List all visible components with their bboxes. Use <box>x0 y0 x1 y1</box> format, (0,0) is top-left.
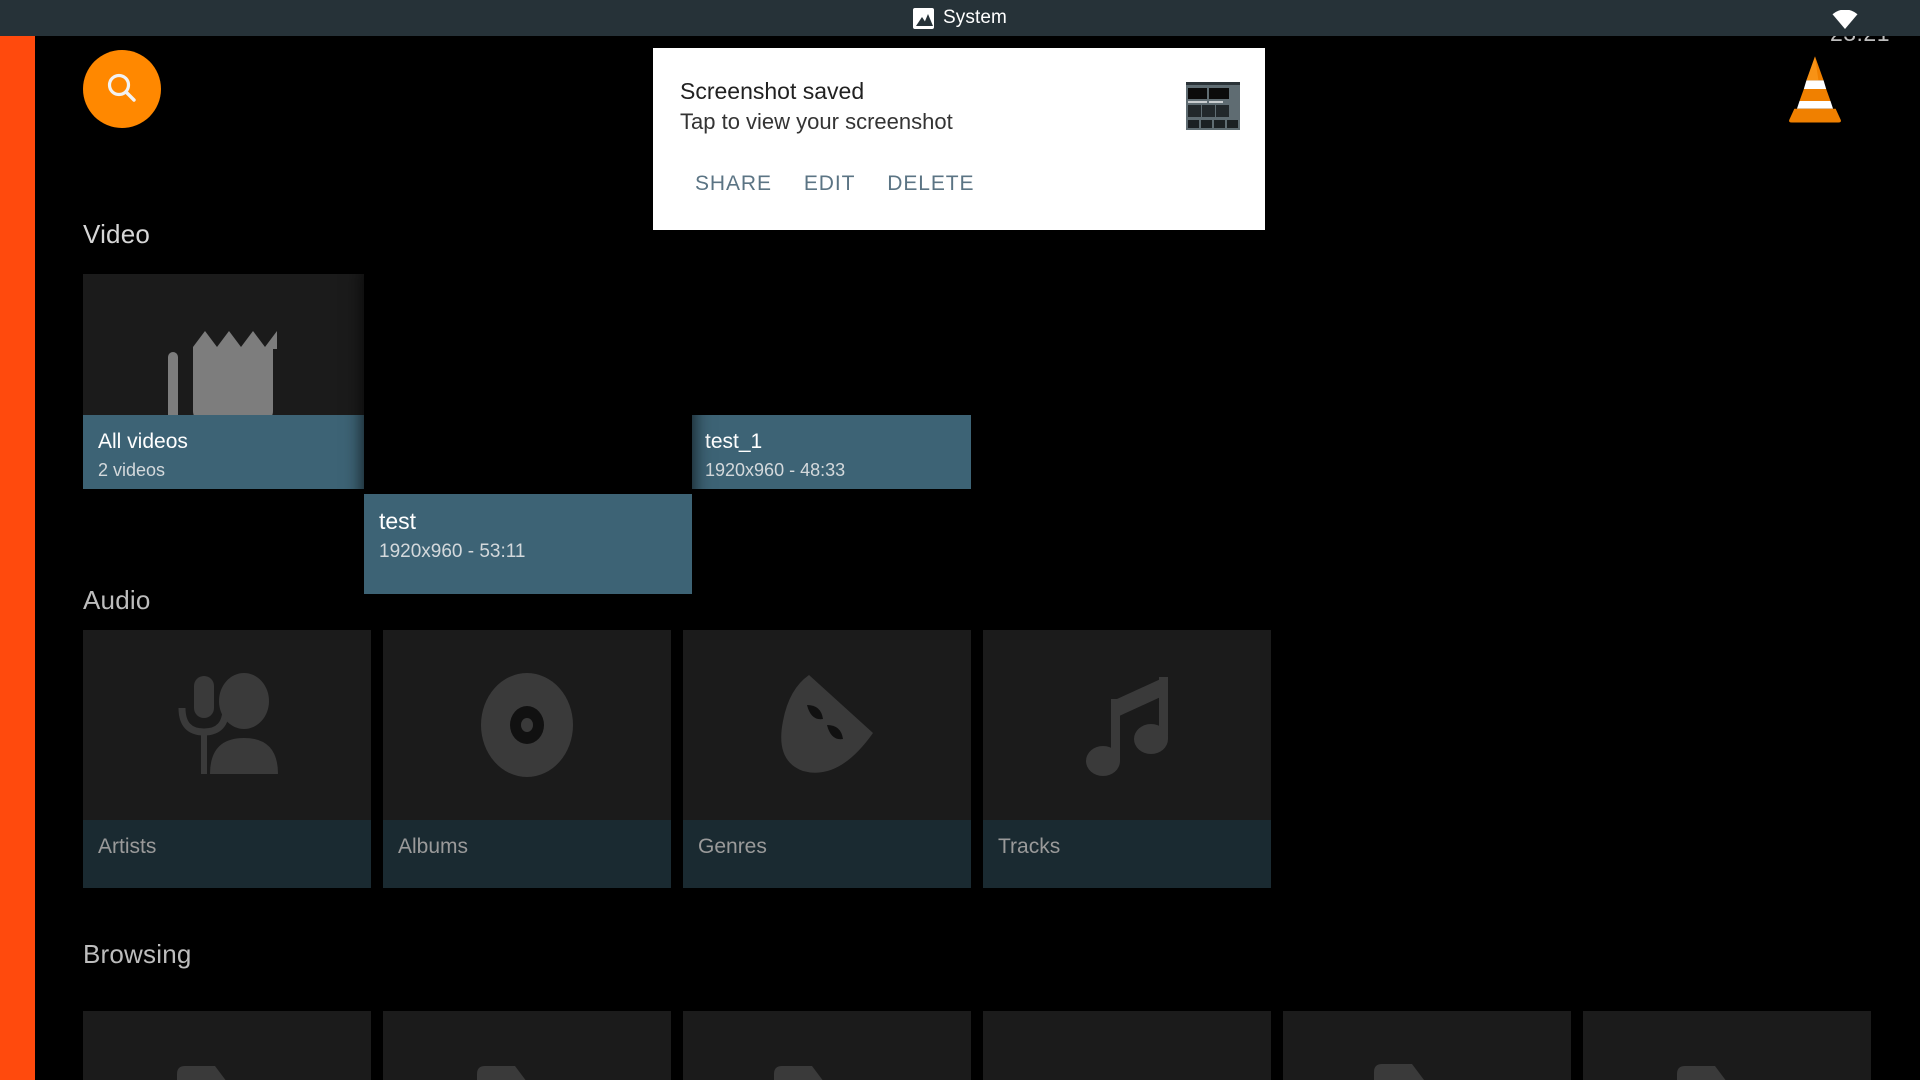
tile-title: test <box>379 508 417 534</box>
status-bar-app: System <box>0 0 1920 36</box>
folder-network-icon <box>774 1066 823 1080</box>
tile-label-bar: Artists <box>83 820 371 888</box>
screenshot-thumbnail[interactable] <box>1186 82 1240 130</box>
tile-label-bar: test_1 1920x960 - 48:33 <box>690 415 971 489</box>
status-bar: System <box>0 0 1920 36</box>
tile-tracks[interactable]: Tracks <box>983 630 1271 888</box>
tile-artwork <box>383 630 671 820</box>
tile-artwork <box>983 630 1271 820</box>
tile-all-videos[interactable]: All videos 2 videos <box>83 274 364 489</box>
tile-artwork <box>83 630 371 820</box>
image-icon <box>913 7 935 29</box>
folder-icon <box>477 1066 526 1080</box>
tile-artwork <box>683 630 971 820</box>
tile-artwork <box>983 1011 1271 1080</box>
wifi-icon <box>1832 10 1858 29</box>
tile-browse-stream[interactable] <box>983 1011 1271 1080</box>
tile-video-test[interactable]: test 1920x960 - 53:11 <box>364 262 692 594</box>
tile-label-bar: test 1920x960 - 53:11 <box>364 494 692 594</box>
tile-title: Albums <box>398 835 469 858</box>
tile-artwork <box>383 1011 671 1080</box>
artist-icon <box>178 673 278 774</box>
notification-message: Tap to view your screenshot <box>680 109 953 134</box>
section-title-audio: Audio <box>83 585 151 615</box>
network-stream-icon <box>1071 1058 1183 1080</box>
music-note-icon <box>1086 677 1168 776</box>
section-title-browsing: Browsing <box>83 939 192 969</box>
tile-browse-extra[interactable] <box>1583 1011 1871 1080</box>
folder-icon <box>1677 1066 1726 1080</box>
status-bar-app-label: System <box>943 7 1007 28</box>
screenshot-notification[interactable]: Screenshot saved Tap to view your screen… <box>653 48 1265 230</box>
section-title-video: Video <box>83 219 151 249</box>
search-icon <box>107 73 136 102</box>
tile-title: All videos <box>98 430 188 453</box>
tile-browse-internal-storage[interactable] <box>83 1011 371 1080</box>
tile-title: test_1 <box>705 430 763 453</box>
tile-browse-add-server[interactable] <box>1283 1011 1571 1080</box>
notification-title: Screenshot saved <box>680 78 865 104</box>
folder-add-network-icon <box>1374 1064 1466 1080</box>
tile-label-bar: Tracks <box>983 820 1271 888</box>
share-button[interactable]: SHARE <box>679 165 788 203</box>
tile-title: Tracks <box>998 835 1061 858</box>
search-button[interactable] <box>83 50 161 128</box>
folder-icon <box>177 1066 226 1080</box>
thumbnail-preview-icon <box>1186 82 1240 130</box>
notification-actions: SHARE EDIT DELETE <box>679 165 990 203</box>
tile-artwork <box>83 1011 371 1080</box>
tile-title: Genres <box>698 835 767 858</box>
tile-albums[interactable]: Albums <box>383 630 671 888</box>
tile-browse-sd-card[interactable] <box>383 1011 671 1080</box>
tile-artists[interactable]: Artists <box>83 630 371 888</box>
left-accent-bar <box>0 36 35 1080</box>
tile-video-test-1[interactable]: test_1 1920x960 - 48:33 <box>690 274 971 489</box>
delete-button[interactable]: DELETE <box>871 165 990 203</box>
edit-button[interactable]: EDIT <box>788 165 871 203</box>
tile-label-bar: All videos 2 videos <box>83 415 364 489</box>
tile-genres[interactable]: Genres <box>683 630 971 888</box>
tile-subtitle: 1920x960 - 48:33 <box>705 460 846 480</box>
vlc-cone-logo <box>1789 56 1841 123</box>
genre-mask-icon <box>781 675 873 773</box>
vlc-android-tv-home: System 23:21 Video <box>0 0 1920 1080</box>
album-disc-icon <box>481 673 573 777</box>
tile-artwork <box>683 1011 971 1080</box>
tile-title: Artists <box>98 835 157 858</box>
tile-artwork <box>1583 1011 1871 1080</box>
tile-label-bar: Genres <box>683 820 971 888</box>
tile-artwork <box>1283 1011 1571 1080</box>
tile-label-bar: Albums <box>383 820 671 888</box>
tile-browse-network[interactable] <box>683 1011 971 1080</box>
tile-subtitle: 2 videos <box>98 460 166 480</box>
tile-subtitle: 1920x960 - 53:11 <box>379 541 526 562</box>
